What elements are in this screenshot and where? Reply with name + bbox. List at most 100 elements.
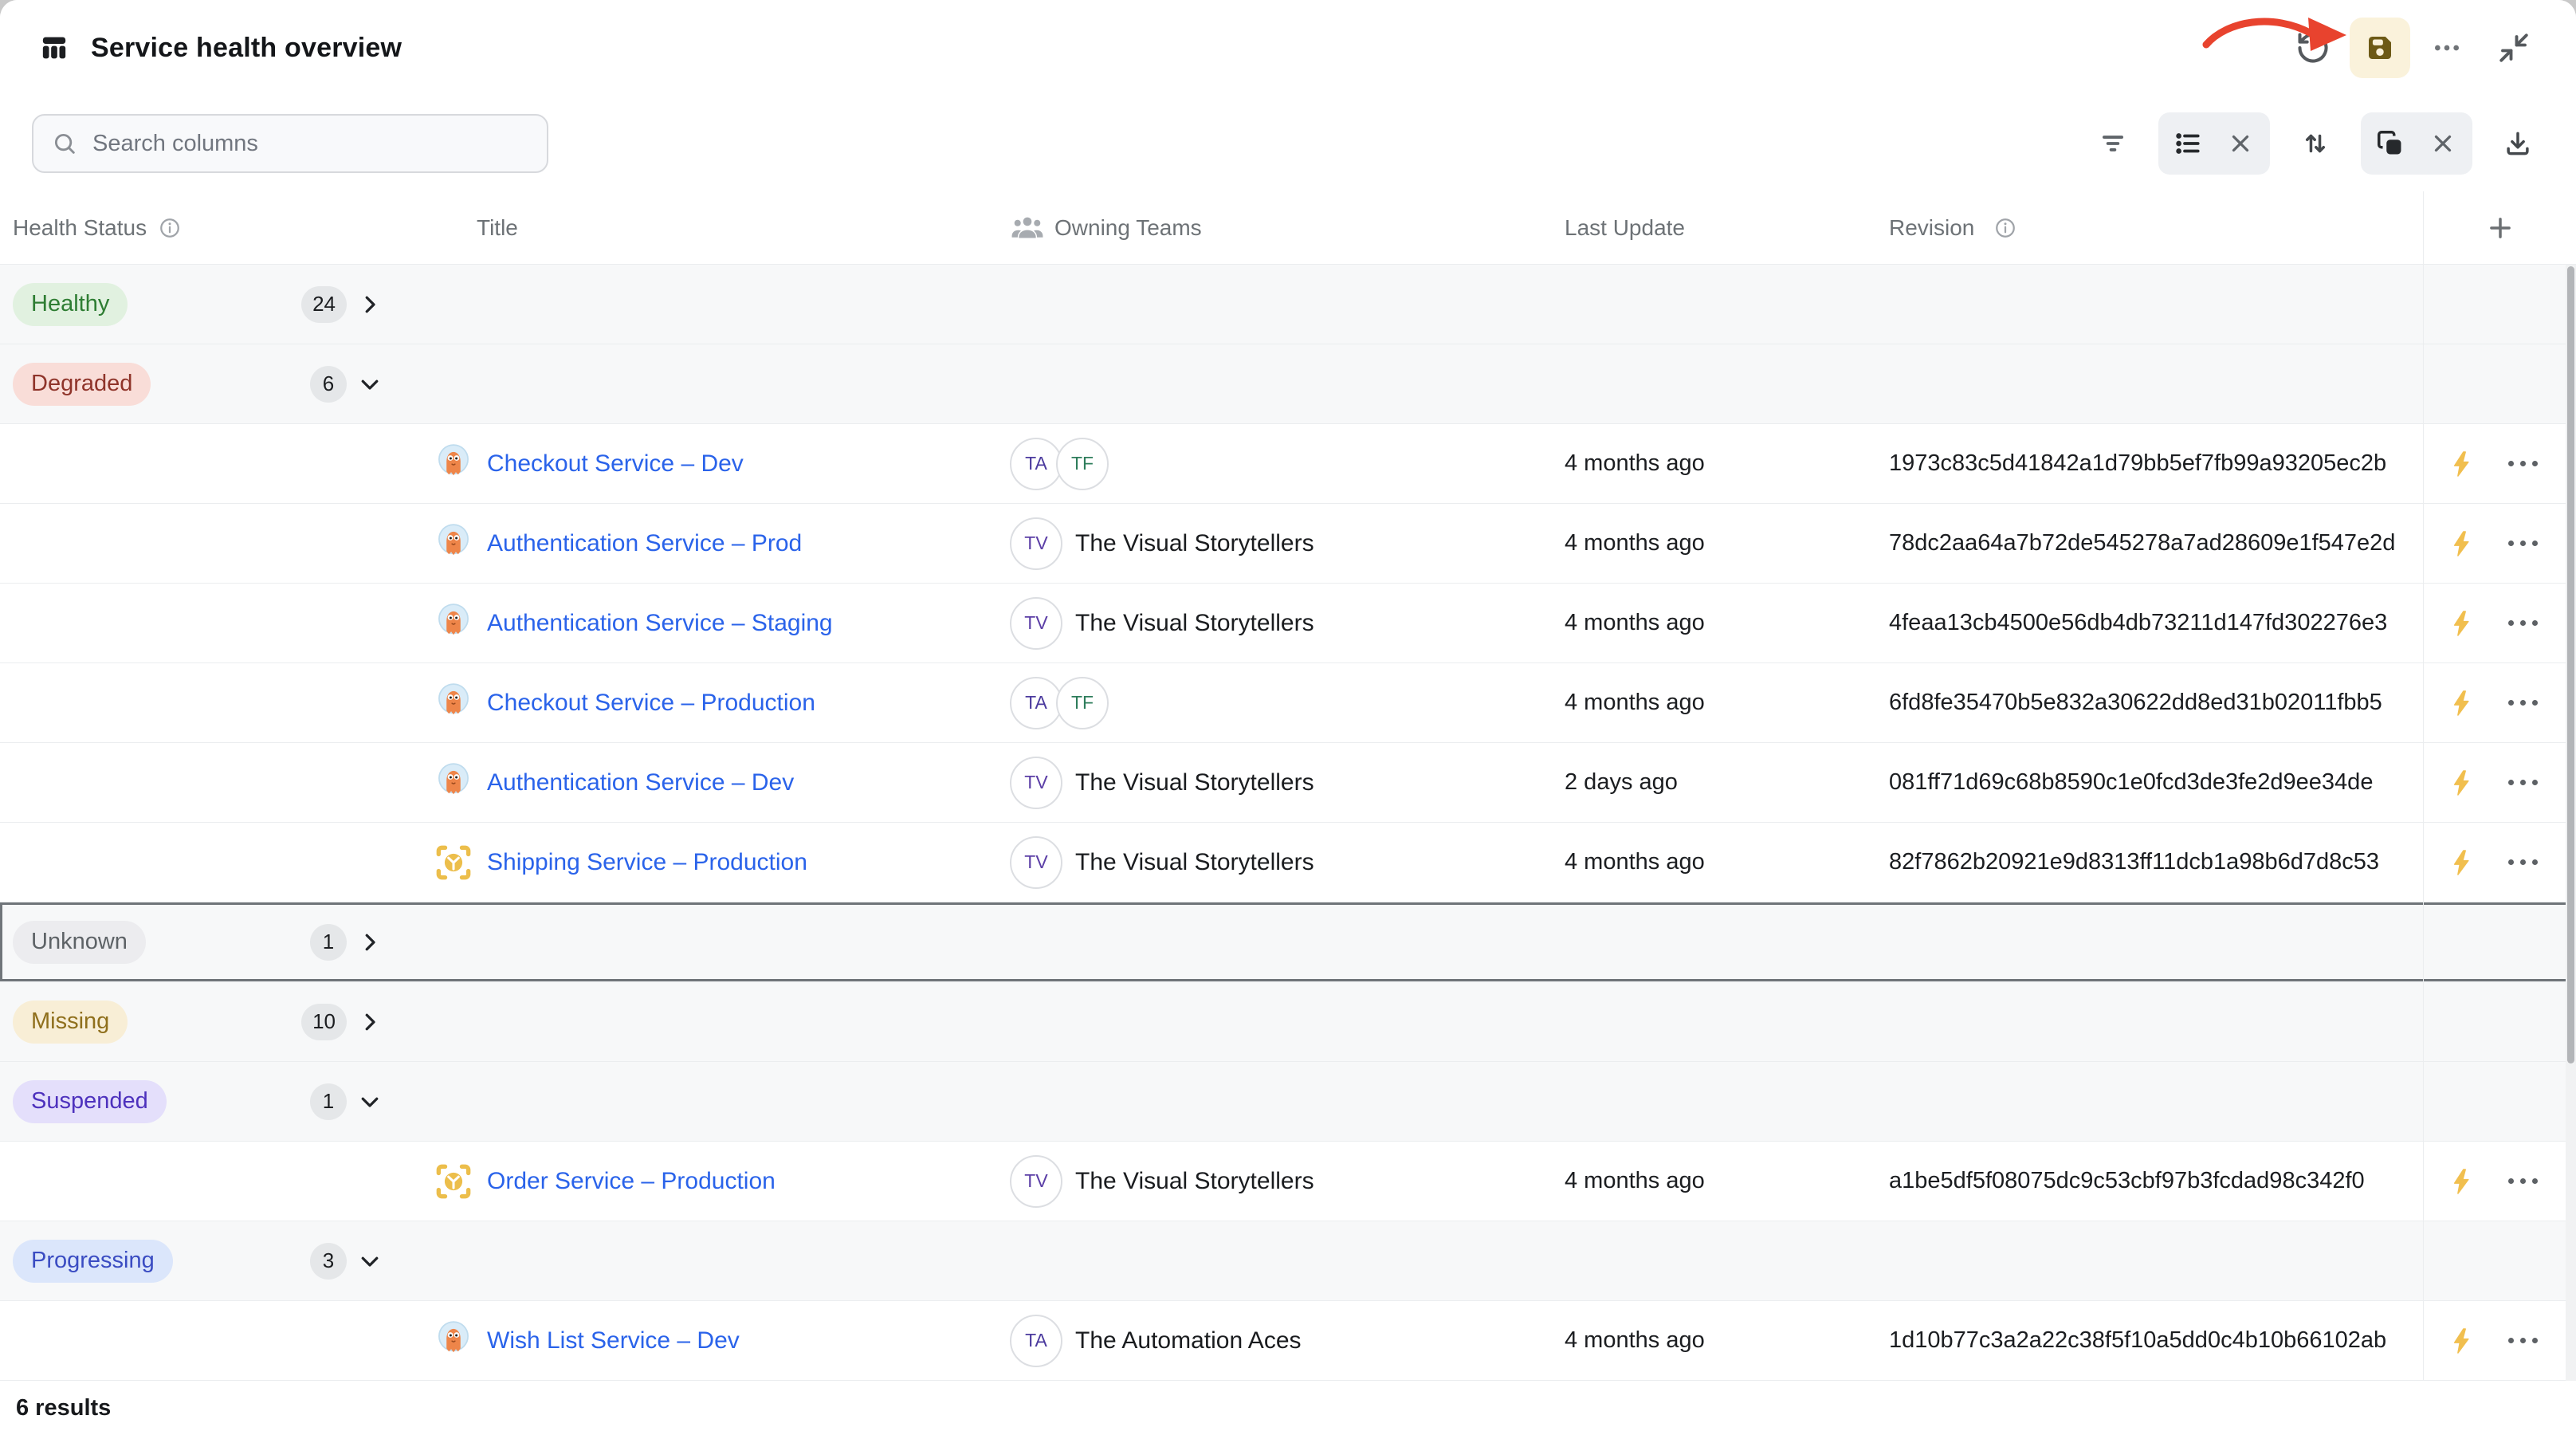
chevron-right-icon[interactable] bbox=[358, 293, 382, 316]
lightning-icon[interactable] bbox=[2448, 1327, 2476, 1355]
last-update-value: 4 months ago bbox=[1565, 450, 1705, 477]
group-row[interactable]: Unknown 1 bbox=[0, 902, 2576, 982]
column-header-last-update[interactable]: Last Update bbox=[1565, 215, 1685, 241]
team-name: The Visual Storytellers bbox=[1075, 1168, 1314, 1195]
team-avatar[interactable]: TV bbox=[1010, 836, 1062, 889]
add-column-button[interactable] bbox=[2476, 204, 2524, 252]
group-count-badge: 3 bbox=[310, 1243, 347, 1280]
undo-button[interactable] bbox=[2283, 18, 2343, 78]
team-avatar[interactable]: TF bbox=[1056, 438, 1109, 490]
microservice-octopus-icon bbox=[431, 521, 476, 566]
chevron-down-icon[interactable] bbox=[358, 1090, 382, 1114]
column-header-revision[interactable]: Revision bbox=[1889, 215, 1974, 241]
row-menu-button[interactable] bbox=[2503, 695, 2543, 710]
collapse-icon[interactable] bbox=[2484, 18, 2544, 78]
lightning-icon[interactable] bbox=[2448, 450, 2476, 478]
service-title-link[interactable]: Authentication Service – Dev bbox=[487, 769, 794, 796]
team-avatar[interactable]: TV bbox=[1010, 597, 1062, 650]
team-avatar[interactable]: TA bbox=[1010, 1315, 1062, 1367]
status-badge: Unknown bbox=[13, 921, 146, 964]
service-title-link[interactable]: Authentication Service – Prod bbox=[487, 530, 802, 557]
status-badge: Missing bbox=[13, 1001, 128, 1044]
team-name: The Automation Aces bbox=[1075, 1327, 1302, 1354]
team-avatar[interactable]: TA bbox=[1010, 438, 1062, 490]
table-row[interactable]: Checkout Service – Production TATF 4 mon… bbox=[0, 663, 2576, 743]
group-row[interactable]: Progressing 3 bbox=[0, 1221, 2576, 1301]
table-row[interactable]: Order Service – Production TV The Visual… bbox=[0, 1142, 2576, 1221]
team-avatar[interactable]: TV bbox=[1010, 757, 1062, 809]
list-view-icon[interactable] bbox=[2162, 116, 2214, 171]
table-row[interactable]: Checkout Service – Dev TATF 4 months ago… bbox=[0, 424, 2576, 504]
group-row[interactable]: Suspended 1 bbox=[0, 1062, 2576, 1142]
team-avatar[interactable]: TA bbox=[1010, 677, 1062, 729]
team-avatar[interactable]: TV bbox=[1010, 1155, 1062, 1208]
download-icon[interactable] bbox=[2492, 116, 2544, 171]
row-menu-button[interactable] bbox=[2503, 536, 2543, 551]
lightning-icon[interactable] bbox=[2448, 848, 2476, 877]
column-header-health-status[interactable]: Health Status bbox=[13, 215, 147, 241]
filter-icon[interactable] bbox=[2087, 116, 2139, 171]
group-row[interactable]: Degraded 6 bbox=[0, 344, 2576, 424]
service-title-link[interactable]: Wish List Service – Dev bbox=[487, 1327, 740, 1354]
row-menu-button[interactable] bbox=[2503, 456, 2543, 471]
vertical-scrollbar[interactable] bbox=[2566, 265, 2576, 1381]
search-box[interactable] bbox=[32, 114, 548, 173]
clear-view-mode-icon[interactable] bbox=[2214, 116, 2267, 171]
table-row[interactable]: Authentication Service – Dev TV The Visu… bbox=[0, 743, 2576, 823]
status-badge: Healthy bbox=[13, 283, 128, 326]
team-avatar[interactable]: TF bbox=[1056, 677, 1109, 729]
info-icon[interactable] bbox=[1993, 216, 2017, 240]
status-badge: Suspended bbox=[13, 1080, 167, 1123]
chevron-down-icon[interactable] bbox=[358, 1249, 382, 1273]
sort-icon[interactable] bbox=[2289, 116, 2342, 171]
service-title-link[interactable]: Shipping Service – Production bbox=[487, 849, 807, 876]
table-row[interactable]: Authentication Service – Prod TV The Vis… bbox=[0, 504, 2576, 584]
group-count-badge: 10 bbox=[301, 1004, 347, 1040]
group-row[interactable]: Healthy 24 bbox=[0, 265, 2576, 344]
revision-hash: 82f7862b20921e9d8313ff11dcb1a98b6d7d8c53 bbox=[1889, 849, 2379, 875]
column-header-owning-teams[interactable]: Owning Teams bbox=[1054, 215, 1202, 241]
column-header-title[interactable]: Title bbox=[477, 215, 518, 241]
service-title-link[interactable]: Checkout Service – Dev bbox=[487, 450, 744, 478]
row-menu-button[interactable] bbox=[2503, 1174, 2543, 1189]
team-avatars: TV bbox=[1010, 517, 1062, 570]
table-widget-icon bbox=[38, 32, 70, 64]
revision-hash: 1d10b77c3a2a22c38f5f10a5dd0c4b10b66102ab bbox=[1889, 1327, 2386, 1354]
more-options-button[interactable] bbox=[2417, 18, 2477, 78]
service-title-link[interactable]: Order Service – Production bbox=[487, 1168, 776, 1195]
lightning-icon[interactable] bbox=[2448, 609, 2476, 638]
revision-hash: 4feaa13cb4500e56db4db73211d147fd302276e3 bbox=[1889, 610, 2387, 636]
chevron-right-icon[interactable] bbox=[358, 1010, 382, 1034]
scrollbar-thumb[interactable] bbox=[2567, 266, 2574, 1063]
revision-hash: 78dc2aa64a7b72de545278a7ad28609e1f547e2d bbox=[1889, 530, 2395, 556]
lightning-icon[interactable] bbox=[2448, 769, 2476, 797]
chevron-down-icon[interactable] bbox=[358, 372, 382, 396]
search-input[interactable] bbox=[91, 130, 529, 158]
service-title-link[interactable]: Checkout Service – Production bbox=[487, 690, 815, 717]
chevron-right-icon[interactable] bbox=[358, 930, 382, 954]
table-row[interactable]: Shipping Service – Production TV The Vis… bbox=[0, 823, 2576, 902]
revision-hash: 6fd8fe35470b5e832a30622dd8ed31b02011fbb5 bbox=[1889, 690, 2382, 716]
row-menu-button[interactable] bbox=[2503, 855, 2543, 870]
microservice-octopus-icon bbox=[431, 761, 476, 805]
lightning-icon[interactable] bbox=[2448, 689, 2476, 718]
clear-group-by-icon[interactable] bbox=[2417, 116, 2469, 171]
table-header-row: Health Status Title Owning Teams Last Up… bbox=[0, 191, 2576, 265]
lightning-icon[interactable] bbox=[2448, 529, 2476, 558]
save-button[interactable] bbox=[2350, 18, 2410, 78]
service-title-link[interactable]: Authentication Service – Staging bbox=[487, 610, 833, 637]
group-row[interactable]: Missing 10 bbox=[0, 982, 2576, 1062]
info-icon[interactable] bbox=[158, 216, 182, 240]
table-row[interactable]: Wish List Service – Dev TA The Automatio… bbox=[0, 1301, 2576, 1381]
group-by-icon[interactable] bbox=[2364, 116, 2417, 171]
table-row[interactable]: Authentication Service – Staging TV The … bbox=[0, 584, 2576, 663]
results-footer: 6 results bbox=[0, 1381, 2576, 1435]
microservice-octopus-icon bbox=[431, 442, 476, 486]
row-menu-button[interactable] bbox=[2503, 775, 2543, 790]
lightning-icon[interactable] bbox=[2448, 1167, 2476, 1196]
team-avatar[interactable]: TV bbox=[1010, 517, 1062, 570]
team-name: The Visual Storytellers bbox=[1075, 769, 1314, 796]
row-menu-button[interactable] bbox=[2503, 1333, 2543, 1348]
row-menu-button[interactable] bbox=[2503, 615, 2543, 631]
last-update-value: 4 months ago bbox=[1565, 690, 1705, 716]
